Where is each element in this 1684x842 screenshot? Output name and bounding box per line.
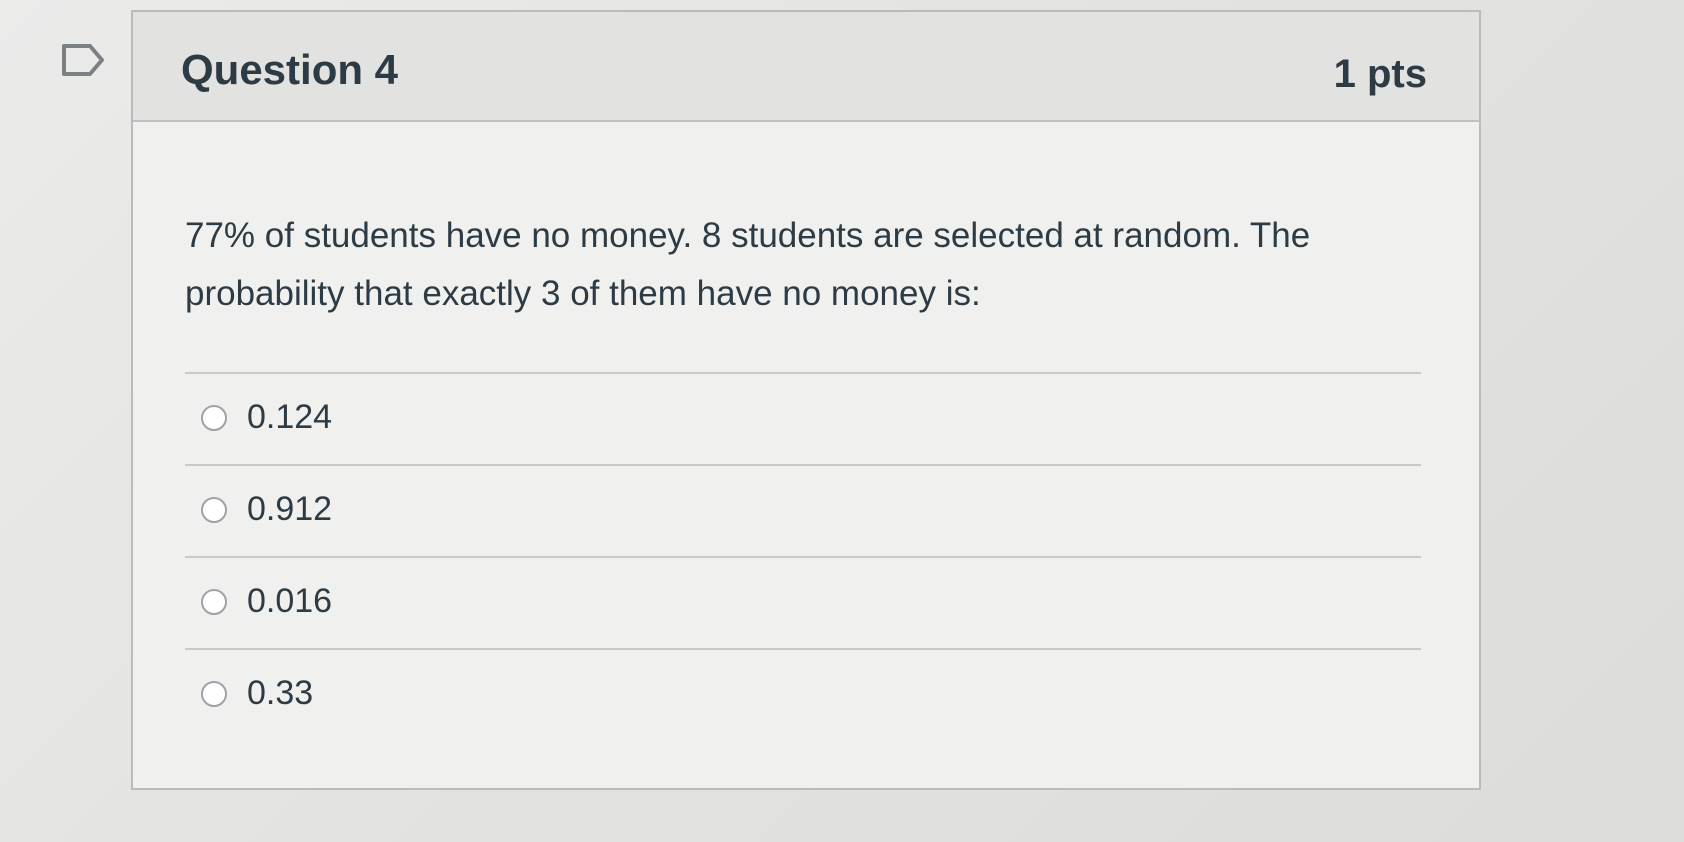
answer-label: 0.912 xyxy=(247,490,333,528)
answer-label: 0.33 xyxy=(247,674,314,712)
flag-icon xyxy=(62,44,104,76)
question-header: Question 4 1 pts xyxy=(133,12,1479,122)
answer-label: 0.124 xyxy=(247,398,333,436)
radio-button-icon[interactable] xyxy=(201,589,227,615)
answer-option[interactable]: 0.016 xyxy=(185,556,1421,648)
radio-button-icon[interactable] xyxy=(201,681,227,707)
answer-label: 0.016 xyxy=(247,582,333,620)
answer-option[interactable]: 0.912 xyxy=(185,464,1421,556)
radio-button-icon[interactable] xyxy=(201,497,227,523)
flag-question-button[interactable] xyxy=(60,40,108,80)
question-title: Question 4 xyxy=(181,46,399,93)
answer-option[interactable]: 0.33 xyxy=(185,648,1421,740)
question-points: 1 pts xyxy=(1333,52,1427,96)
answer-list: 0.124 0.912 0.016 0.33 xyxy=(185,372,1421,740)
answer-option[interactable]: 0.124 xyxy=(185,372,1421,464)
question-text: 77% of students have no money. 8 student… xyxy=(185,216,1311,313)
question-card: Question 4 1 pts 77% of students have no… xyxy=(131,10,1481,790)
radio-button-icon[interactable] xyxy=(201,405,227,431)
